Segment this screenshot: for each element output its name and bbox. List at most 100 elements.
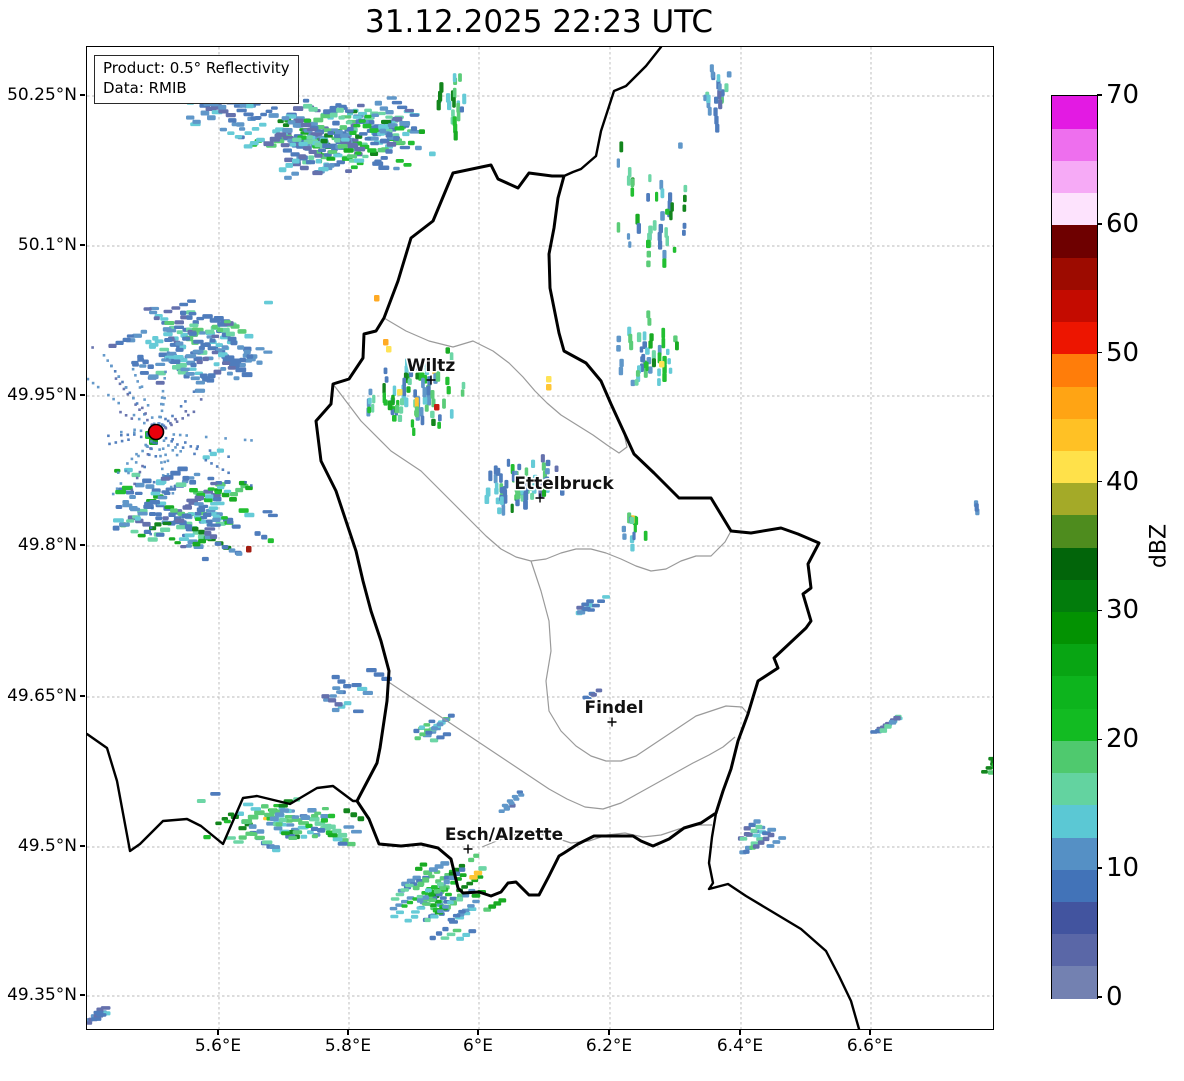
radar-echo-pixel <box>223 489 232 494</box>
radar-echo-pixel <box>428 892 435 897</box>
radar-echo-pixel <box>358 119 366 123</box>
radar-echo-pixel <box>466 881 474 886</box>
radar-spoke-dot <box>159 415 162 419</box>
radar-echo-pixel <box>221 345 229 350</box>
radar-echo-pixel <box>431 726 438 731</box>
longitude-tick-label: 5.8°E <box>324 1036 372 1056</box>
radar-echo-pixel <box>449 409 454 419</box>
radar-echo-pixel <box>345 169 352 173</box>
radar-echo-pixel <box>757 840 765 845</box>
radar-echo-pixel <box>362 690 373 695</box>
radar-echo-pixel <box>452 73 457 83</box>
radar-echo-pixel <box>164 338 173 342</box>
radar-echo-pixel <box>192 119 201 124</box>
radar-echo-pixel <box>213 362 220 367</box>
radar-echo-pixel <box>289 142 297 147</box>
radar-echo-pixel <box>390 914 399 919</box>
radar-echo-pixel <box>227 366 236 370</box>
radar-echo-pixel <box>660 188 665 199</box>
radar-echo-pixel <box>657 378 661 386</box>
radar-echo-pixel <box>226 371 233 376</box>
colorbar-segment <box>1052 611 1097 645</box>
radar-echo-pixel <box>389 906 398 911</box>
radar-echo-pixel <box>630 379 636 387</box>
colorbar-segment <box>1052 933 1097 967</box>
radar-echo-pixel <box>91 1017 102 1021</box>
radar-spoke-dot <box>134 374 137 377</box>
radar-echo-pixel <box>155 516 163 521</box>
radar-spoke-dot <box>243 438 247 442</box>
radar-spoke-dot <box>174 417 177 421</box>
latitude-tick-mark <box>80 394 85 396</box>
latitude-tick-label: 50.25°N <box>7 85 77 105</box>
radar-spoke-dot <box>204 458 208 462</box>
radar-spoke-dot <box>143 398 146 401</box>
radar-echo-pixel <box>378 111 386 116</box>
radar-echo-pixel <box>186 498 196 503</box>
radar-echo-pixel <box>456 936 464 941</box>
radar-spoke-dot <box>175 453 179 457</box>
radar-echo-pixel <box>662 258 667 268</box>
radar-echo-pixel <box>302 146 312 151</box>
radar-spoke-dot <box>143 465 146 469</box>
radar-echo-pixel <box>402 386 407 397</box>
radar-echo-pixel <box>185 544 192 548</box>
radar-echo-pixel <box>312 132 323 136</box>
radar-echo-pixel <box>300 834 308 839</box>
radar-echo-pixel <box>379 128 386 134</box>
radar-echo-pixel <box>646 260 651 268</box>
radar-spoke-dot <box>124 386 128 389</box>
radar-echo-pixel <box>767 832 775 838</box>
radar-echo-pixel <box>386 132 393 138</box>
radar-echo-pixel <box>357 686 368 691</box>
radar-spoke-dot <box>149 526 153 529</box>
radar-echo-pixel <box>435 931 443 936</box>
radar-echo-pixel <box>382 383 386 394</box>
product-info-box: Product: 0.5° Reflectivity Data: RMIB <box>94 55 299 104</box>
radar-echo-pixel <box>215 821 222 826</box>
radar-echo-pixel <box>407 378 412 385</box>
radar-echo-pixel <box>337 144 348 149</box>
radar-echo-pixel <box>358 111 368 116</box>
radar-spoke-dot <box>110 364 113 368</box>
radar-echo-pixel <box>332 837 343 842</box>
colorbar-tick-mark <box>1097 609 1102 612</box>
radar-spoke-dot <box>221 468 225 471</box>
radar-echo-pixel <box>174 320 184 325</box>
radar-echo-pixel <box>168 537 176 541</box>
radar-echo-pixel <box>422 902 431 906</box>
radar-echo-pixel <box>278 167 287 173</box>
radar-echo-pixel <box>190 362 197 368</box>
district-border-line <box>386 680 736 810</box>
radar-echo-pixel <box>766 844 775 848</box>
radar-echo-pixel <box>419 407 424 417</box>
radar-echo-pixel <box>351 683 362 688</box>
radar-echo-pixel <box>422 877 429 882</box>
colorbar-tick-label: 50 <box>1106 337 1140 368</box>
radar-echo-pixel <box>235 551 243 556</box>
radar-echo-pixel <box>322 143 332 149</box>
colorbar-tick-mark <box>1097 480 1102 483</box>
radar-echo-hot-pixel <box>992 763 993 770</box>
radar-echo-pixel <box>616 335 622 343</box>
radar-echo-pixel <box>385 110 394 115</box>
radar-spoke-dot <box>150 416 154 419</box>
radar-echo-pixel <box>618 366 624 376</box>
radar-echo-pixel <box>251 127 260 131</box>
radar-echo-pixel <box>239 127 246 131</box>
radar-echo-pixel <box>243 349 251 355</box>
radar-echo-pixel <box>229 497 237 502</box>
data-source-line: Data: RMIB <box>103 79 187 98</box>
radar-echo-pixel <box>177 466 188 472</box>
radar-spoke-dot <box>117 375 120 378</box>
radar-echo-pixel <box>430 914 439 919</box>
radar-echo-pixel <box>750 828 758 833</box>
colorbar-tick-label: 30 <box>1106 595 1140 626</box>
radar-echo-pixel <box>207 487 215 491</box>
radar-echo-pixel <box>216 448 224 453</box>
radar-echo-pixel <box>397 414 403 422</box>
radar-echo-pixel <box>392 415 397 422</box>
radar-echo-pixel <box>639 346 644 353</box>
radar-echo-pixel <box>645 361 649 371</box>
radar-echo-pixel <box>762 836 770 842</box>
